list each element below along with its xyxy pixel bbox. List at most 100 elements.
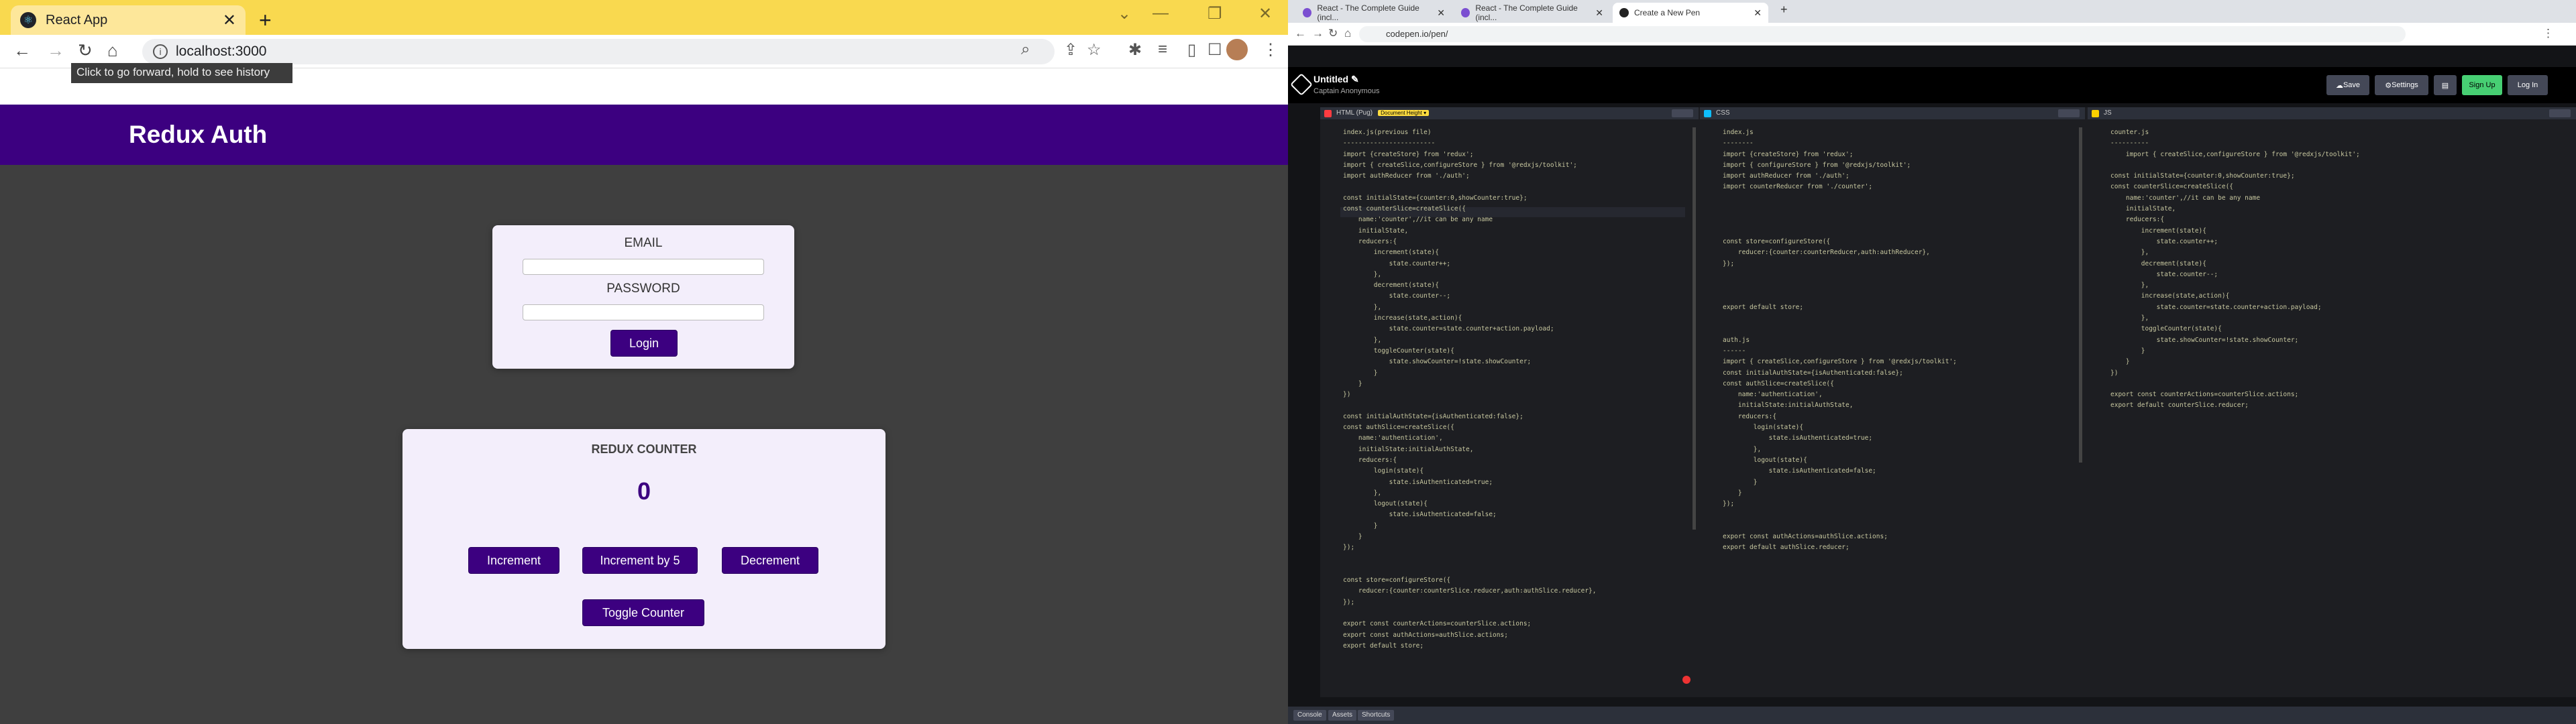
code-line[interactable] xyxy=(1723,291,2085,302)
code-line[interactable]: increase(state,action){ xyxy=(1343,313,1699,324)
code-line[interactable]: auth.js xyxy=(1723,335,2085,346)
address-bar[interactable]: i localhost:3000 xyxy=(142,39,1055,64)
code-line[interactable]: decrement(state){ xyxy=(2110,259,2576,269)
code-line[interactable]: login(state){ xyxy=(1723,422,2085,433)
reload-icon[interactable]: ↻ xyxy=(78,40,93,61)
code-line[interactable]: const initialState={counter:0,showCounte… xyxy=(2110,171,2576,182)
code-line[interactable] xyxy=(1343,182,1699,192)
maximize-icon[interactable]: ❐ xyxy=(1208,4,1222,23)
minimize-icon[interactable]: — xyxy=(1152,4,1169,23)
code-line[interactable]: import {createStore} from 'redux'; xyxy=(1723,149,2085,160)
css-editor[interactable]: CSS index.js -------- import {createStore}… xyxy=(1700,107,2085,697)
code-line[interactable] xyxy=(1723,280,2085,291)
code-line[interactable]: export const counterActions=counterSlice… xyxy=(2110,389,2576,400)
code-line[interactable]: state.counter--; xyxy=(1343,291,1699,302)
code-line[interactable]: export default counterSlice.reducer; xyxy=(2110,400,2576,411)
code-line[interactable]: initialState:initialAuthState, xyxy=(1343,444,1699,455)
media-icon[interactable]: ≡ xyxy=(1158,40,1167,59)
code-line[interactable]: reducer:{counter:counterSlice.reducer,au… xyxy=(1343,586,1699,597)
code-line[interactable]: reducers:{ xyxy=(1723,412,2085,422)
code-line[interactable] xyxy=(1723,204,2085,215)
code-line[interactable]: export default store; xyxy=(1723,302,2085,313)
code-line[interactable] xyxy=(2110,160,2576,171)
zoom-icon[interactable]: ⌕ xyxy=(1021,40,1030,59)
code-line[interactable]: export const counterActions=counterSlice… xyxy=(1343,619,1699,629)
code-line[interactable]: counter.js xyxy=(2110,127,2576,138)
code-line[interactable]: login(state){ xyxy=(1343,466,1699,477)
code-line[interactable] xyxy=(1723,269,2085,280)
extensions-icon[interactable]: ✱ xyxy=(1128,40,1142,60)
close-window-icon[interactable]: ✕ xyxy=(1258,4,1272,23)
login-button[interactable]: Login xyxy=(610,330,678,357)
code-line[interactable]: }, xyxy=(2110,313,2576,324)
code-line[interactable]: initialState, xyxy=(1343,226,1699,237)
code-line[interactable]: state.counter=state.counter+action.paylo… xyxy=(1343,324,1699,335)
code-line[interactable]: } xyxy=(1723,488,2085,499)
settings-gear-icon[interactable] xyxy=(2058,109,2080,117)
code-line[interactable]: }); xyxy=(1723,499,2085,509)
code-line[interactable]: }) xyxy=(1343,389,1699,400)
code-line[interactable] xyxy=(1723,226,2085,237)
code-line[interactable] xyxy=(1343,564,1699,575)
code-line[interactable]: } xyxy=(1343,521,1699,532)
code-line[interactable]: const authSlice=createSlice({ xyxy=(1343,422,1699,433)
code-line[interactable] xyxy=(1723,324,2085,335)
code-line[interactable]: }, xyxy=(2110,247,2576,258)
scrollbar[interactable] xyxy=(1693,127,1696,530)
decrement-button[interactable]: Decrement xyxy=(722,547,818,574)
error-indicator-icon[interactable] xyxy=(1682,676,1690,684)
code-line[interactable]: state.isAuthenticated=true; xyxy=(1723,433,2085,444)
code-line[interactable]: }); xyxy=(1343,597,1699,608)
shortcuts-button[interactable]: Shortcuts xyxy=(1358,710,1395,721)
code-line[interactable]: index.js(previous file) xyxy=(1343,127,1699,138)
code-line[interactable]: name:'counter',//it can be any name xyxy=(2110,193,2576,204)
email-field[interactable] xyxy=(523,259,764,275)
code-line[interactable]: const initialAuthState={isAuthenticated:… xyxy=(1343,412,1699,422)
code-line[interactable]: } xyxy=(1723,477,2085,488)
code-line[interactable]: state.isAuthenticated=true; xyxy=(1343,477,1699,488)
code-line[interactable]: export const authActions=authSlice.actio… xyxy=(1343,630,1699,641)
code-line[interactable]: state.counter--; xyxy=(2110,269,2576,280)
code-line[interactable]: ------ xyxy=(1723,346,2085,357)
code-line[interactable]: const initialAuthState={isAuthenticated:… xyxy=(1723,368,2085,379)
code-line[interactable]: logout(state){ xyxy=(1723,455,2085,466)
code-line[interactable]: export default authSlice.reducer; xyxy=(1723,542,2085,553)
code-line[interactable] xyxy=(1723,521,2085,532)
increment-button[interactable]: Increment xyxy=(468,547,559,574)
code-line[interactable]: } xyxy=(1343,532,1699,542)
code-line[interactable]: } xyxy=(2110,357,2576,367)
code-line[interactable]: reducers:{ xyxy=(2110,215,2576,225)
code-line[interactable]: import {createStore} from 'redux'; xyxy=(1343,149,1699,160)
code-line[interactable]: reducers:{ xyxy=(1343,237,1699,247)
code-line[interactable]: }, xyxy=(1723,444,2085,455)
code-line[interactable]: const store=configureStore({ xyxy=(1343,575,1699,586)
code-line[interactable]: state.showCounter=!state.showCounter; xyxy=(2110,335,2576,346)
code-line[interactable]: increment(state){ xyxy=(1343,247,1699,258)
code-line[interactable]: import { createSlice,configureStore } fr… xyxy=(1343,160,1699,171)
info-icon[interactable]: i xyxy=(153,44,168,59)
code-line[interactable]: const counterSlice=createSlice({ xyxy=(1343,204,1699,215)
toggle-counter-button[interactable]: Toggle Counter xyxy=(582,599,704,626)
code-line[interactable]: const store=configureStore({ xyxy=(1723,237,2085,247)
code-line[interactable]: initialState, xyxy=(2110,204,2576,215)
scrollbar[interactable] xyxy=(2079,127,2082,463)
new-tab-icon[interactable]: + xyxy=(259,8,272,33)
code-line[interactable]: state.counter=state.counter+action.paylo… xyxy=(2110,302,2576,313)
code-line[interactable] xyxy=(1343,400,1699,411)
code-line[interactable] xyxy=(1343,608,1699,619)
code-line[interactable]: toggleCounter(state){ xyxy=(1343,346,1699,357)
code-line[interactable]: initialState:initialAuthState, xyxy=(1723,400,2085,411)
code-line[interactable]: }, xyxy=(1343,488,1699,499)
code-line[interactable]: const counterSlice=createSlice({ xyxy=(2110,182,2576,192)
code-line[interactable]: import { createSlice,configureStore } fr… xyxy=(1723,357,2085,367)
code-line[interactable]: import counterReducer from './counter'; xyxy=(1723,182,2085,192)
close-tab-icon[interactable]: ✕ xyxy=(223,11,236,30)
code-line[interactable]: ---------- xyxy=(2110,138,2576,149)
code-line[interactable]: }, xyxy=(2110,280,2576,291)
increment-by-5-button[interactable]: Increment by 5 xyxy=(582,547,698,574)
settings-gear-icon[interactable] xyxy=(1672,109,1693,117)
code-line[interactable] xyxy=(1723,193,2085,204)
css-code[interactable]: index.js -------- import {createStore} fro… xyxy=(1700,122,2085,697)
settings-gear-icon[interactable] xyxy=(2549,109,2571,117)
code-line[interactable]: name:'counter',//it can be any name xyxy=(1343,215,1699,225)
